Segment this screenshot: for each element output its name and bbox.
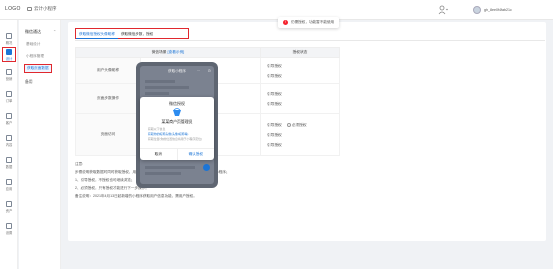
app-selector[interactable]: 云计小程序	[27, 6, 57, 12]
status-option[interactable]: 引导授权	[267, 71, 339, 81]
rail-label: 设置	[5, 231, 13, 235]
phone-badge	[203, 164, 210, 171]
subnav-group[interactable]: 微信通达 ⌃	[25, 29, 56, 35]
rail-label: 应用	[5, 187, 13, 191]
warning-icon: !	[283, 20, 288, 25]
user-account[interactable]: gh_8ee0f4fab21c	[471, 4, 516, 16]
home-icon	[6, 33, 12, 39]
row-name: 用户头像昵称	[75, 57, 141, 84]
row-status-cell: 引导授权 引导授权	[260, 57, 340, 84]
dialog-title: 微信授权	[169, 101, 185, 106]
rail-item-apps[interactable]: 应用	[2, 178, 16, 193]
view-example-link[interactable]: [查看示例]	[167, 50, 184, 54]
app-icon	[27, 7, 32, 11]
tab-bar: 获取微信授权头像昵称 获取微信步数，授权	[75, 28, 189, 39]
rail-item-overview[interactable]: 概况	[2, 32, 16, 47]
rail-item-settings[interactable]: 设置	[2, 222, 16, 237]
rail-item-assets[interactable]: 资产	[2, 200, 16, 215]
tab-step-count[interactable]: 获取微信步数，授权	[118, 29, 156, 39]
more-icon: ···	[196, 69, 200, 73]
tab-avatar-nickname[interactable]: 获取微信授权头像昵称	[76, 29, 118, 39]
col-status: 授权状态	[260, 47, 340, 58]
table-header: 微信场景 [查看示例] 授权状态	[75, 47, 340, 58]
content-icon	[6, 135, 12, 141]
subnav-item-page-data[interactable]: 获取页面数据	[24, 64, 52, 73]
rail-label: 数据	[5, 165, 13, 169]
rail-label: 资产	[5, 209, 13, 213]
status-option[interactable]: 引导授权	[267, 130, 339, 140]
toast-text: 仍需授权，功能暂不能使用	[291, 20, 335, 24]
design-icon	[6, 49, 12, 55]
sub-nav: 微信通达 ⌃ 基础设计 小程序管理 获取页面数据 备用	[19, 20, 61, 269]
subnav-item-miniapp[interactable]: 小程序管理	[26, 54, 44, 59]
dialog-line: 获取位置(你的位置信息将用于小程序定位)	[148, 137, 202, 141]
status-option[interactable]: 引导授权	[267, 140, 339, 150]
tab-divider	[75, 40, 545, 41]
rail-label: 订单	[5, 99, 13, 103]
rail-item-data[interactable]: 数据	[2, 156, 16, 171]
rail-label: 概况	[5, 41, 13, 45]
confirm-button[interactable]: 确认授权	[176, 149, 215, 160]
rail-label: 设计	[5, 57, 13, 61]
row-status-cell: 引导授权 必须授权 引导授权 引导授权	[260, 113, 340, 156]
settings-icon	[6, 223, 12, 229]
status-option[interactable]: 引导授权	[267, 99, 339, 109]
data-icon	[6, 157, 12, 163]
rail-item-design[interactable]: 设计	[2, 47, 16, 62]
app-name: 云计小程序	[34, 6, 57, 11]
app-logo-icon	[173, 108, 181, 116]
subnav-item-basic[interactable]: 基础设计	[26, 42, 40, 47]
rail-item-customers[interactable]: 客户	[2, 112, 16, 127]
dialog-app-name: 某某商户页管理员	[161, 119, 193, 124]
row-name: 页面访问	[75, 113, 141, 156]
row-name: 页面步数操作	[75, 83, 141, 114]
auth-dialog: 微信授权 某某商户页管理员 获取以下信息 获取你的昵称头像(头像/昵称等) 获取…	[140, 97, 214, 160]
status-option[interactable]: 引导授权	[267, 61, 339, 71]
rail-item-orders[interactable]: 订单	[2, 90, 16, 105]
customer-icon	[6, 113, 12, 119]
note-line: 备注说明：2021年4月13日起新增的小程序获取用户信息功能，需用户授权。	[75, 194, 197, 198]
rail-label: 营销	[5, 77, 13, 81]
dialog-buttons: 取消 确认授权	[140, 148, 214, 160]
col-scene-label: 微信场景	[151, 50, 167, 54]
rail-item-marketing[interactable]: 营销	[2, 68, 16, 83]
close-icon: ⊙	[207, 68, 211, 73]
phone-title: 获取小程序	[168, 69, 186, 73]
rail-label: 内容	[5, 143, 13, 147]
avatar	[473, 6, 481, 14]
warning-toast: ! 仍需授权，功能暂不能使用	[278, 17, 340, 28]
rail-label: 客户	[5, 121, 13, 125]
radio-button[interactable]	[286, 122, 291, 127]
col-scene: 微信场景 [查看示例]	[75, 47, 261, 58]
radio-label[interactable]: 必须授权	[292, 123, 307, 127]
asset-icon	[6, 201, 12, 207]
user-icon[interactable]	[438, 5, 448, 15]
marketing-icon	[6, 69, 12, 75]
dialog-line: 获取以下信息	[148, 127, 166, 131]
logo: LOGO	[5, 6, 21, 12]
app-icon	[6, 179, 12, 185]
row-status-cell: 引导授权 引导授权	[260, 83, 340, 114]
subnav-item-backup[interactable]: 备用	[25, 80, 33, 85]
user-name: gh_8ee0f4fab21c	[484, 8, 512, 12]
chevron-up-icon: ⌃	[53, 29, 57, 34]
rail-item-content[interactable]: 内容	[2, 134, 16, 149]
status-option[interactable]: 引导授权	[267, 120, 282, 130]
top-bar: LOGO 云计小程序 gh_8ee0f4fab21c	[0, 0, 553, 20]
subnav-group-label: 微信通达	[25, 29, 41, 34]
order-icon	[6, 91, 12, 97]
cancel-button[interactable]: 取消	[140, 149, 177, 160]
status-option[interactable]: 引导授权	[267, 89, 339, 99]
main-rail: 概况 设计 营销 订单 客户 内容 数据 应用 资产 设置	[0, 20, 18, 269]
dialog-line: 获取你的昵称头像(头像/昵称等)	[148, 132, 189, 136]
